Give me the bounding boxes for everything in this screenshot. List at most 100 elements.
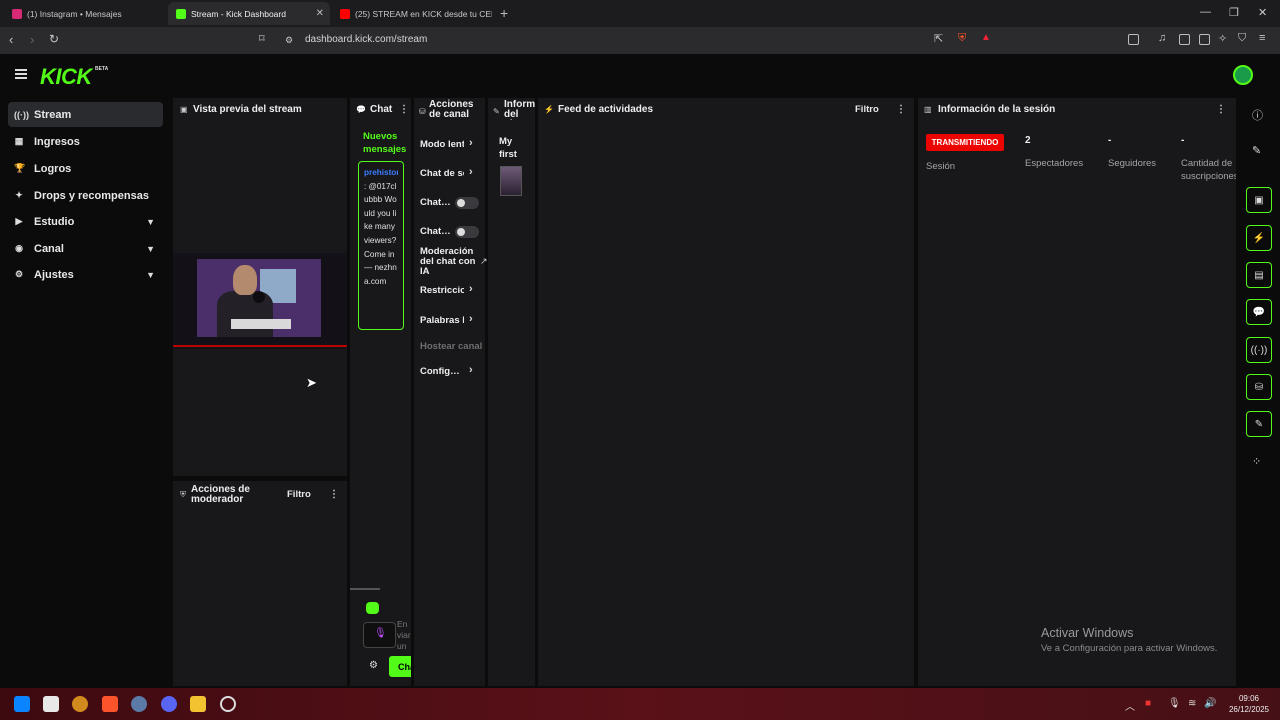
channel-action-palabras-bloqueadas[interactable]: Palabras bloqueadas <box>420 315 464 326</box>
info-icon[interactable]: ⓘ <box>1252 107 1263 123</box>
vpn-icon[interactable]: ⛉ <box>1238 32 1246 45</box>
send-chat-button[interactable]: Chat <box>389 656 411 677</box>
play-icon[interactable] <box>253 291 265 303</box>
more-options-icon[interactable]: ⋮ <box>1216 104 1226 115</box>
leo-ai-icon[interactable]: ✧ <box>1218 32 1227 45</box>
sidebar-item-logros[interactable]: 🏆 Logros <box>8 156 163 181</box>
video-icon: ▶ <box>15 216 23 226</box>
sidebar-item-canal[interactable]: ◉ Canal ▼ <box>8 236 163 261</box>
settings-app-icon[interactable] <box>131 696 147 712</box>
close-window-icon[interactable]: ✕ <box>1258 6 1267 19</box>
session-info-panel <box>918 98 1236 686</box>
add-widget-icon[interactable]: ⁘ <box>1252 455 1261 468</box>
obs-icon[interactable] <box>220 696 236 712</box>
sidebar-toggle-icon[interactable] <box>1128 34 1139 45</box>
sidebar-item-drops[interactable]: ✦ Drops y recompensas <box>8 183 163 208</box>
share-icon[interactable]: ⇱ <box>934 32 943 45</box>
channel-widget-icon[interactable]: ⛁ <box>1246 374 1272 400</box>
tools-widget-icon[interactable]: ✎ <box>1246 411 1272 437</box>
brave-shield-icon[interactable]: ⛨ <box>958 32 966 45</box>
reload-icon[interactable]: ↻ <box>49 32 59 46</box>
channel-action-restricciones[interactable]: Restricciones <box>420 285 464 296</box>
close-tab-icon[interactable]: ✕ <box>316 8 324 19</box>
preview-widget-icon[interactable]: ▣ <box>1246 187 1272 213</box>
pencil-icon[interactable]: ✎ <box>1252 144 1261 157</box>
maximize-icon[interactable]: ❐ <box>1229 6 1239 19</box>
toggle-chat-emote[interactable] <box>455 197 479 209</box>
address-bar[interactable]: dashboard.kick.com/stream <box>305 34 427 45</box>
chat-message[interactable]: prehistoricc : @017clubbb Would you like… <box>358 161 404 330</box>
tab-instagram[interactable]: (1) Instagram • Mensajes <box>4 2 166 25</box>
emote-icon[interactable] <box>366 602 379 614</box>
menu-icon[interactable]: ≡ <box>1259 32 1265 44</box>
sidebar: ((·)) Stream ▦ Ingresos 🏆 Logros ✦ Drops… <box>0 96 170 686</box>
forward-icon[interactable]: › <box>30 32 34 47</box>
sidebar-item-ajustes[interactable]: ⚙ Ajustes ▼ <box>8 262 163 287</box>
broadcast-widget-icon[interactable]: ((·)) <box>1246 337 1272 363</box>
new-messages-label[interactable]: Nuevos mensajes <box>363 130 409 156</box>
kick-logo[interactable]: KICK <box>40 64 92 90</box>
chat-widget-icon[interactable]: 💬 <box>1246 299 1272 325</box>
hamburger-menu-icon[interactable] <box>15 69 27 79</box>
channel-action-chat-seguidores[interactable]: Chat de seguidores <box>420 168 464 179</box>
more-options-icon[interactable]: ⋮ <box>329 489 339 500</box>
app-gold-icon[interactable] <box>72 696 88 712</box>
chat-settings-icon[interactable]: ⚙ <box>369 660 378 671</box>
chevron-right-icon[interactable]: › <box>469 364 473 376</box>
bookmark-icon[interactable]: ⌑ <box>259 32 265 45</box>
stats-icon: ▥ <box>924 105 932 114</box>
clock-time: 09:06 <box>1238 694 1260 703</box>
tab-youtube[interactable]: (25) STREAM en KICK desde tu CELU <box>332 2 492 25</box>
app-shield-icon[interactable] <box>43 696 59 712</box>
file-explorer-icon[interactable] <box>190 696 206 712</box>
scrollbar[interactable] <box>350 588 380 590</box>
volume-icon[interactable]: 🔊 <box>1204 698 1216 709</box>
channel-action-modo-lento[interactable]: Modo lento <box>420 139 464 150</box>
activity-widget-icon[interactable]: ⚡ <box>1246 225 1272 251</box>
filter-button[interactable]: Filtro <box>855 104 879 115</box>
reader-icon[interactable] <box>1179 34 1190 45</box>
avatar[interactable] <box>1233 65 1253 85</box>
subscriptions-value: - <box>1181 135 1185 146</box>
filter-button[interactable]: Filtro <box>287 489 311 500</box>
taskbar <box>0 688 1280 720</box>
external-link-icon[interactable]: ↗ <box>480 256 488 267</box>
stream-preview-video[interactable] <box>173 253 347 349</box>
wifi-icon[interactable]: ≋ <box>1188 698 1196 709</box>
windows-start-icon[interactable] <box>14 696 30 712</box>
site-info-icon[interactable]: ⚙ <box>285 35 293 46</box>
chevron-down-icon: ▼ <box>146 243 155 254</box>
microphone-tray-icon[interactable]: 🎙 <box>1168 698 1181 709</box>
chevron-right-icon[interactable]: › <box>469 166 473 178</box>
back-icon[interactable]: ‹ <box>9 32 13 47</box>
music-icon[interactable]: ♫ <box>1158 32 1166 44</box>
chevron-right-icon[interactable]: › <box>469 283 473 295</box>
stream-thumbnail[interactable] <box>500 166 522 196</box>
more-options-icon[interactable]: ⋮ <box>896 104 906 115</box>
chat-username[interactable]: prehistoricc <box>364 166 398 180</box>
sidebar-item-stream[interactable]: ((·)) Stream <box>8 102 163 127</box>
taskbar-clock[interactable]: 09:06 26/12/2025 <box>1226 693 1272 715</box>
tab-kick-dashboard[interactable]: Stream - Kick Dashboard ✕ <box>168 2 330 25</box>
sidebar-item-ingresos[interactable]: ▦ Ingresos <box>8 129 163 154</box>
stream-title[interactable]: My first stream <box>499 135 527 161</box>
brave-browser-icon[interactable] <box>102 696 118 712</box>
chevron-right-icon[interactable]: › <box>469 137 473 149</box>
discord-icon[interactable] <box>161 696 177 712</box>
channel-action-configuracion[interactable]: Configuración <box>420 366 460 377</box>
instagram-icon <box>12 8 22 19</box>
toggle-chat-suscriptores[interactable] <box>455 226 479 238</box>
rewards-icon[interactable]: ▲ <box>981 32 991 43</box>
panel-title: Vista previa del stream <box>193 104 302 115</box>
more-options-icon[interactable]: ⋮ <box>399 104 409 115</box>
new-tab-button[interactable]: + <box>500 5 508 21</box>
tray-app-icon[interactable]: ■ <box>1145 698 1151 709</box>
tray-chevron-icon[interactable]: ︿ <box>1125 698 1135 713</box>
wallet-icon[interactable] <box>1199 34 1210 45</box>
minimize-icon[interactable]: — <box>1200 6 1211 18</box>
sidebar-item-estudio[interactable]: ▶ Estudio ▼ <box>8 209 163 234</box>
mod-widget-icon[interactable]: ▤ <box>1246 262 1272 288</box>
channel-action-moderacion-ia[interactable]: Moderación del chat con IA <box>420 247 478 277</box>
microphone-icon[interactable]: 🎙 <box>374 628 387 639</box>
chevron-right-icon[interactable]: › <box>469 313 473 325</box>
